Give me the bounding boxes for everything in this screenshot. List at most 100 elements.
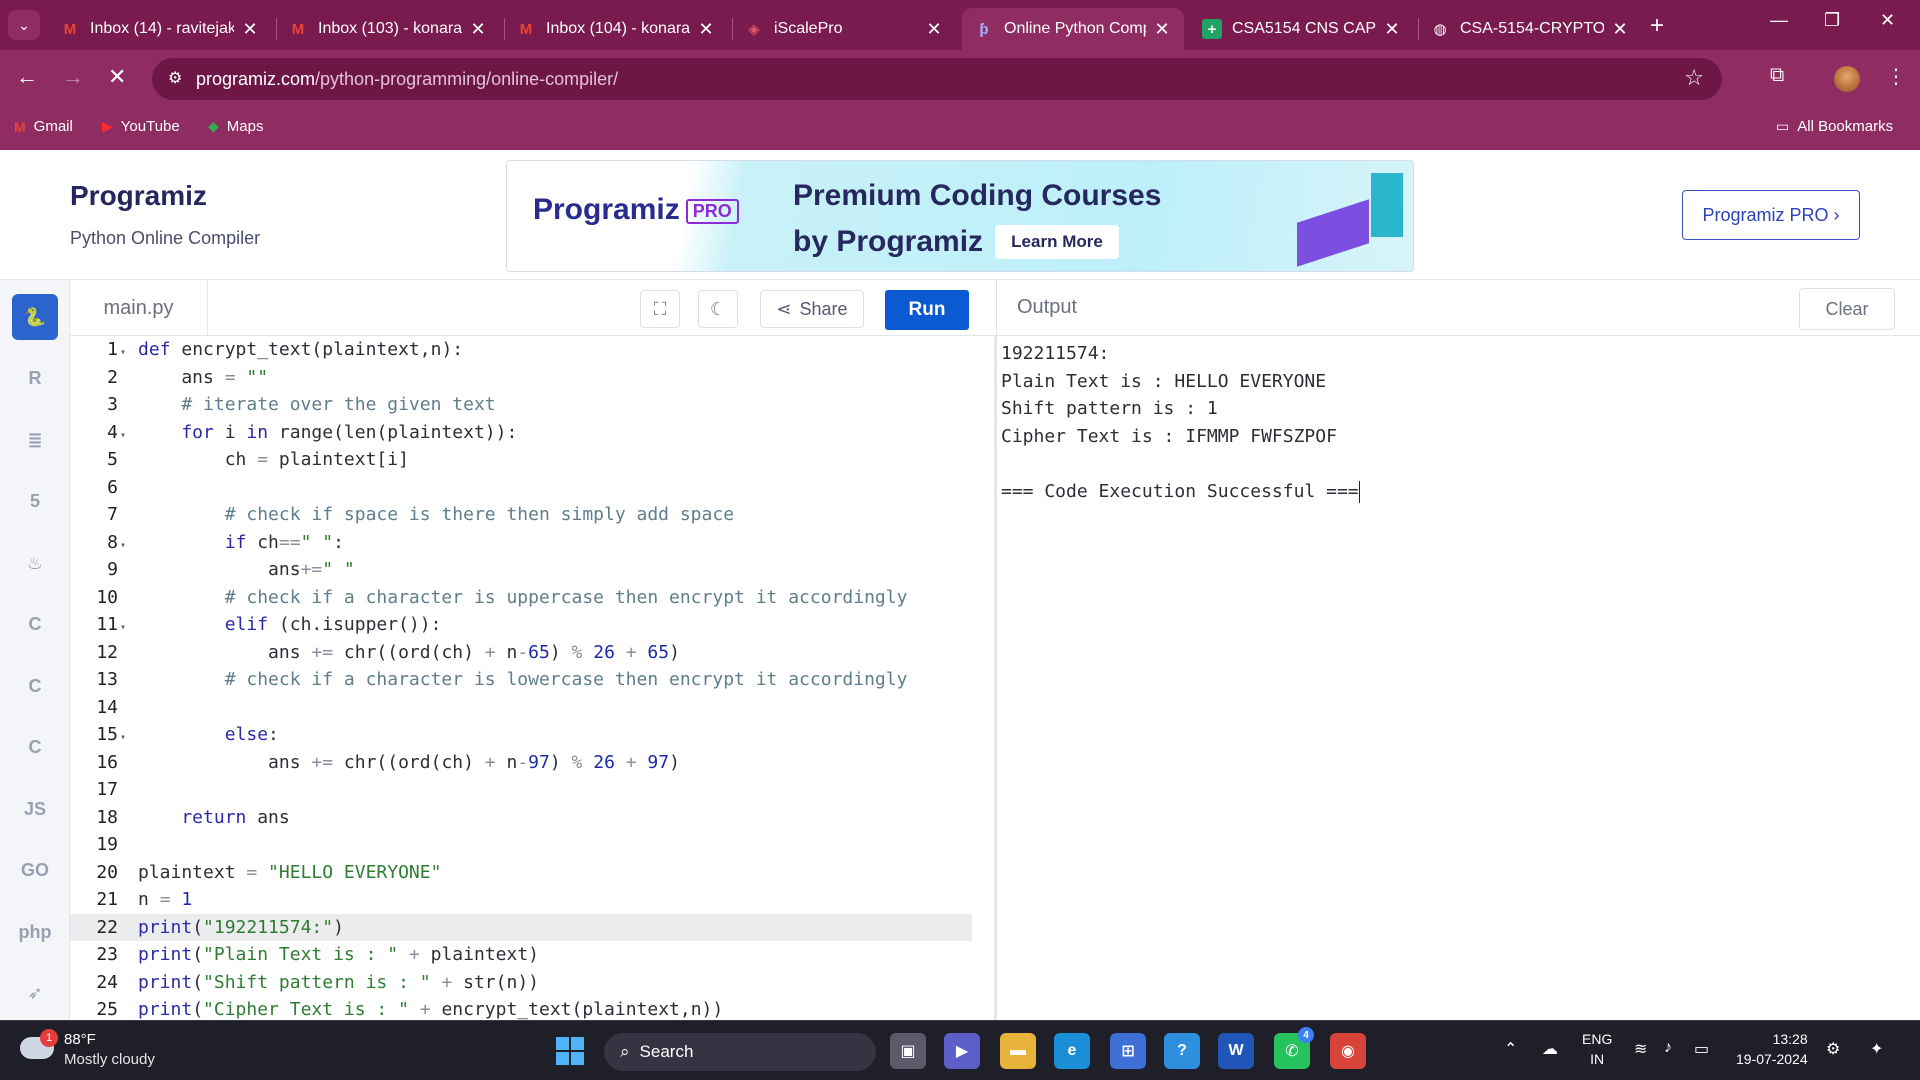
new-tab-icon[interactable]: + — [1650, 12, 1664, 40]
language-go-icon[interactable]: GO — [12, 848, 58, 894]
language-r-icon[interactable]: R — [12, 356, 58, 402]
fullscreen-icon[interactable]: ⛶ — [640, 290, 680, 328]
code-line[interactable]: 2 ans = "" — [70, 364, 972, 392]
code-line[interactable]: 6 — [70, 474, 972, 502]
code-line[interactable]: 1 ▾ def encrypt_text(plaintext,n): — [70, 336, 972, 364]
bookmark-youtube[interactable]: ▶ YouTube — [102, 118, 180, 135]
code-line[interactable]: 23 print("Plain Text is : " + plaintext) — [70, 941, 972, 969]
language-sql-icon[interactable]: ≣ — [12, 417, 58, 463]
word-icon[interactable]: W — [1218, 1033, 1254, 1069]
promo-banner[interactable]: Programiz PRO Premium Coding Courses by P… — [506, 160, 1414, 272]
run-button[interactable]: Run — [885, 290, 969, 330]
language-java-icon[interactable]: ♨ — [12, 540, 58, 586]
microsoft-store-icon[interactable]: ⊞ — [1110, 1033, 1146, 1069]
forward-icon[interactable]: → — [62, 64, 84, 90]
copilot-icon[interactable]: ✦ — [1870, 1039, 1883, 1059]
output-console[interactable]: 192211574: Plain Text is : HELLO EVERYONE… — [996, 336, 1920, 1020]
profile-avatar[interactable] — [1834, 66, 1860, 92]
browser-menu-icon[interactable]: ⋮ — [1886, 64, 1906, 89]
task-view-icon[interactable]: ▣ — [890, 1033, 926, 1069]
share-button[interactable]: ⋖ Share — [760, 290, 864, 328]
programiz-logo[interactable]: Programiz — [70, 180, 207, 212]
back-icon[interactable]: ← — [16, 64, 38, 90]
onedrive-icon[interactable]: ☁ — [1542, 1039, 1558, 1059]
stop-loading-icon[interactable]: ✕ — [108, 64, 126, 90]
code-line[interactable]: 4 ▾ for i in range(len(plaintext)): — [70, 419, 972, 447]
code-line[interactable]: 24 print("Shift pattern is : " + str(n)) — [70, 969, 972, 997]
code-line[interactable]: 21 n = 1 — [70, 886, 972, 914]
close-tab-icon[interactable]: ✕ — [240, 19, 260, 40]
help-icon[interactable]: ? — [1164, 1033, 1200, 1069]
code-line[interactable]: 3 # iterate over the given text — [70, 391, 972, 419]
taskbar-search[interactable]: ⌕ Search — [604, 1033, 876, 1071]
code-line[interactable]: 19 — [70, 831, 972, 859]
code-line[interactable]: 18 return ans — [70, 804, 972, 832]
windows-start-icon[interactable] — [556, 1037, 584, 1065]
programiz-pro-button[interactable]: Programiz PRO › — [1682, 190, 1860, 240]
bookmark-star-icon[interactable]: ☆ — [1684, 65, 1704, 91]
close-tab-icon[interactable]: ✕ — [924, 19, 944, 40]
code-line[interactable]: 17 — [70, 776, 972, 804]
chrome-icon[interactable]: ◉ — [1330, 1033, 1366, 1069]
close-tab-icon[interactable]: ✕ — [1382, 19, 1402, 40]
code-line[interactable]: 8 ▾ if ch==" ": — [70, 529, 972, 557]
code-line[interactable]: 14 — [70, 694, 972, 722]
tab-gmail-2[interactable]: M Inbox (103) - konarav ✕ — [276, 8, 500, 50]
edge-icon[interactable]: e — [1054, 1033, 1090, 1069]
code-line[interactable]: 7 # check if space is there then simply … — [70, 501, 972, 529]
language-indicator[interactable]: ENG IN — [1582, 1029, 1612, 1069]
all-bookmarks[interactable]: ▭ All Bookmarks — [1776, 118, 1893, 135]
fold-toggle-icon[interactable]: ▾ — [118, 614, 134, 642]
show-hidden-icons[interactable]: ⌃ — [1504, 1039, 1517, 1059]
code-line[interactable]: 11 ▾ elif (ch.isupper()): — [70, 611, 972, 639]
language-html-icon[interactable]: 5 — [12, 479, 58, 525]
code-line[interactable]: 9 ans+=" " — [70, 556, 972, 584]
language-c-icon[interactable]: C — [12, 602, 58, 648]
whatsapp-icon[interactable]: ✆ 4 — [1274, 1027, 1314, 1069]
language-php-icon[interactable]: php — [12, 909, 58, 955]
close-window-icon[interactable]: ✕ — [1880, 10, 1895, 31]
fold-toggle-icon[interactable]: ▾ — [118, 339, 134, 367]
site-info-icon[interactable]: ⚙ — [168, 68, 182, 88]
clear-button[interactable]: Clear — [1799, 288, 1895, 330]
fold-toggle-icon[interactable]: ▾ — [118, 422, 134, 450]
bookmark-gmail[interactable]: M Gmail — [14, 118, 73, 135]
bookmark-maps[interactable]: ◆ Maps — [208, 118, 263, 135]
system-clock[interactable]: 13:28 19-07-2024 — [1736, 1029, 1808, 1069]
code-line[interactable]: 16 ans += chr((ord(ch) + n-97) % 26 + 97… — [70, 749, 972, 777]
wifi-icon[interactable]: ≋ — [1634, 1039, 1647, 1059]
volume-muted-icon[interactable]: ♪ — [1664, 1039, 1672, 1057]
close-tab-icon[interactable]: ✕ — [1610, 19, 1630, 40]
code-line[interactable]: 25 print("Cipher Text is : " + encrypt_te… — [70, 996, 972, 1020]
extensions-icon[interactable]: ⧉ — [1770, 64, 1784, 87]
language-cpp-icon[interactable]: C — [12, 663, 58, 709]
code-line[interactable]: 15 ▾ else: — [70, 721, 972, 749]
close-tab-icon[interactable]: ✕ — [468, 19, 488, 40]
address-bar[interactable]: ⚙ programiz.com/python-programming/onlin… — [152, 58, 1722, 100]
close-tab-icon[interactable]: ✕ — [1152, 19, 1172, 40]
language-python-icon[interactable]: 🐍 — [12, 294, 58, 340]
teams-icon[interactable]: ▶ — [944, 1033, 980, 1069]
address-url[interactable]: programiz.com/python-programming/online-… — [196, 69, 618, 90]
file-explorer-icon[interactable]: ▬ — [1000, 1033, 1036, 1069]
tab-gmail-1[interactable]: M Inbox (14) - ravitejak ✕ — [48, 8, 272, 50]
tab-online-python-compiler[interactable]: ƥ Online Python Comp ✕ — [962, 8, 1184, 50]
close-tab-icon[interactable]: ✕ — [696, 19, 716, 40]
minimize-icon[interactable]: — — [1770, 10, 1788, 31]
restore-icon[interactable]: ❐ — [1824, 10, 1840, 31]
file-tab-main-py[interactable]: main.py — [70, 280, 208, 336]
code-line[interactable]: 20 plaintext = "HELLO EVERYONE" — [70, 859, 972, 887]
code-line[interactable]: 10 # check if a character is uppercase t… — [70, 584, 972, 612]
fold-toggle-icon[interactable]: ▾ — [118, 532, 134, 560]
tab-csa5154-sheet[interactable]: + CSA5154 CNS CAPST ✕ — [1190, 8, 1414, 50]
language-swift-icon[interactable]: ➶ — [12, 971, 58, 1017]
language-csharp-icon[interactable]: C — [12, 725, 58, 771]
battery-icon[interactable]: ▭ — [1694, 1039, 1709, 1059]
code-line[interactable]: 5 ch = plaintext[i] — [70, 446, 972, 474]
language-js-icon[interactable]: JS — [12, 786, 58, 832]
tab-search-button[interactable]: ⌄ — [8, 10, 40, 40]
fold-toggle-icon[interactable]: ▾ — [118, 724, 134, 752]
learn-more-button[interactable]: Learn More — [995, 225, 1119, 259]
tab-gmail-3[interactable]: M Inbox (104) - konarav ✕ — [504, 8, 728, 50]
code-line[interactable]: 22 print("192211574:") — [70, 913, 972, 941]
